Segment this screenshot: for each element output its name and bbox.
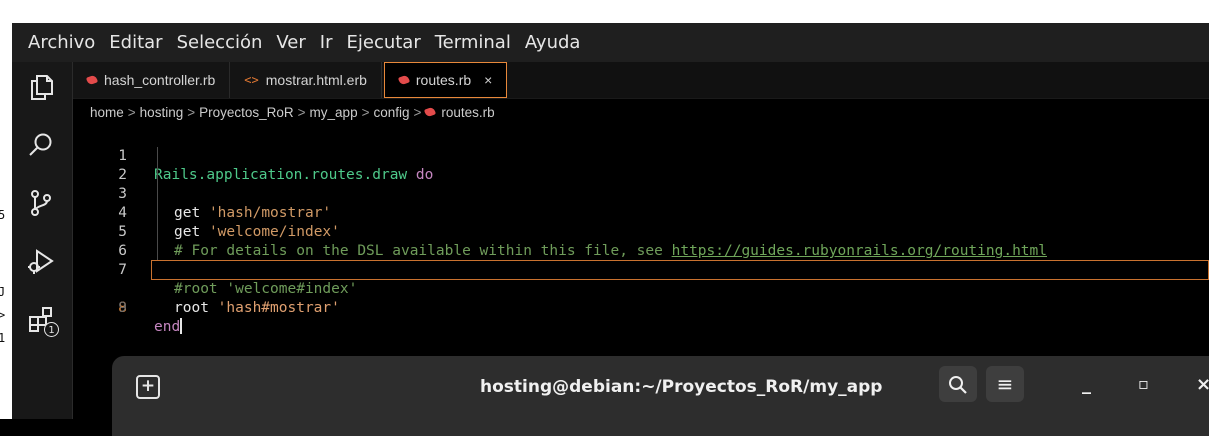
tab-bar: hash_controller.rb <> mostrar.html.erb r… xyxy=(73,62,1209,99)
extensions-icon[interactable]: 1 xyxy=(26,304,59,337)
left-strip-fragment: 5 xyxy=(0,208,6,222)
html-icon: <> xyxy=(244,73,259,87)
ruby-icon xyxy=(85,74,99,86)
breadcrumb-home[interactable]: home xyxy=(90,105,124,120)
activity-bar: 1 xyxy=(12,62,73,419)
maximize-button[interactable]: ▫ xyxy=(1138,374,1149,393)
indent-guide xyxy=(157,185,158,204)
new-tab-button[interactable]: + xyxy=(136,375,160,399)
top-desktop-strip xyxy=(0,0,1209,23)
terminal-search-button[interactable] xyxy=(939,366,977,402)
menu-ejecutar[interactable]: Ejecutar xyxy=(340,23,428,62)
breadcrumb-hosting[interactable]: hosting xyxy=(140,105,184,120)
left-desktop-strip: 5 J > 1 xyxy=(0,23,12,419)
search-icon[interactable] xyxy=(26,130,56,160)
chevron-right-icon: > xyxy=(361,104,370,120)
ruby-icon xyxy=(424,106,437,118)
code-line: 7 root 'hash#mostrar' xyxy=(73,242,1209,316)
left-strip-fragment: > xyxy=(0,308,6,322)
breadcrumb-routes-rb[interactable]: routes.rb xyxy=(441,105,494,120)
terminal-menu-button[interactable]: ≡ xyxy=(986,366,1024,402)
menu-archivo[interactable]: Archivo xyxy=(21,23,102,62)
left-strip-fragment: 1 xyxy=(0,331,6,345)
code-line: 1 Rails.application.routes.draw do xyxy=(73,128,1209,183)
code-line: 9 xyxy=(73,280,1209,316)
source-control-icon[interactable] xyxy=(26,188,56,218)
files-icon[interactable] xyxy=(26,72,56,102)
line-number: 9 xyxy=(118,300,127,316)
breadcrumb-proyectos[interactable]: Proyectos_RoR xyxy=(199,105,294,120)
menu-ayuda[interactable]: Ayuda xyxy=(518,23,588,62)
minimize-button[interactable]: _ xyxy=(1082,374,1091,395)
search-icon xyxy=(949,376,967,394)
tab-label: mostrar.html.erb xyxy=(265,72,367,88)
code-token: end xyxy=(154,319,181,335)
indent-guide xyxy=(157,223,158,242)
menu-ver[interactable]: Ver xyxy=(269,23,312,62)
close-icon[interactable]: × xyxy=(484,72,492,88)
text-cursor xyxy=(180,318,183,334)
tab-label: routes.rb xyxy=(415,72,472,88)
tab-label: hash_controller.rb xyxy=(104,72,216,88)
breadcrumb-config[interactable]: config xyxy=(373,105,409,120)
tab-mostrar-html-erb[interactable]: <> mostrar.html.erb xyxy=(230,62,382,98)
code-line: 4 # For details on the DSL available wit… xyxy=(73,185,1209,259)
ruby-icon xyxy=(397,74,410,86)
indent-guide xyxy=(157,147,158,166)
terminal-window: + hosting@debian:~/Proyectos_RoR/my_app … xyxy=(112,356,1209,436)
run-debug-icon[interactable] xyxy=(26,246,56,276)
menu-editar[interactable]: Editar xyxy=(102,23,169,62)
indent-guide xyxy=(157,204,158,223)
chevron-right-icon: > xyxy=(413,104,422,120)
menu-terminal[interactable]: Terminal xyxy=(428,23,518,62)
breadcrumb-my-app[interactable]: my_app xyxy=(310,105,358,120)
code-line: 5 xyxy=(73,204,1209,240)
menu-seleccion[interactable]: Selección xyxy=(170,23,270,62)
code-line: 2 get 'hash/mostrar' xyxy=(73,147,1209,221)
code-editor[interactable]: 1 Rails.application.routes.draw do 2 get… xyxy=(73,128,1209,335)
code-line: 3 get 'welcome/index' xyxy=(73,166,1209,240)
code-line: 6 #root 'welcome#index' xyxy=(73,223,1209,297)
menu-ir[interactable]: Ir xyxy=(313,23,340,62)
chevron-right-icon: > xyxy=(187,104,196,120)
indent-guide xyxy=(157,166,158,185)
indent-guide xyxy=(157,242,158,261)
menu-bar: Archivo Editar Selección Ver Ir Ejecutar… xyxy=(12,23,1209,62)
code-token: root xyxy=(174,300,209,316)
extensions-badge: 1 xyxy=(44,322,59,337)
left-strip-fragment: J xyxy=(0,285,6,299)
code-line-current: 8 end xyxy=(73,260,1209,335)
current-line-highlight xyxy=(151,260,1209,280)
terminal-title: hosting@debian:~/Proyectos_RoR/my_app xyxy=(480,377,883,397)
tab-hash-controller[interactable]: hash_controller.rb xyxy=(73,62,231,98)
chevron-right-icon: > xyxy=(127,104,136,120)
code-token: 'hash#mostrar' xyxy=(217,300,340,316)
chevron-right-icon: > xyxy=(297,104,306,120)
tab-routes-rb[interactable]: routes.rb × xyxy=(383,62,508,98)
close-button[interactable]: × xyxy=(1196,374,1209,395)
breadcrumb: home > hosting > Proyectos_RoR > my_app … xyxy=(90,102,495,122)
